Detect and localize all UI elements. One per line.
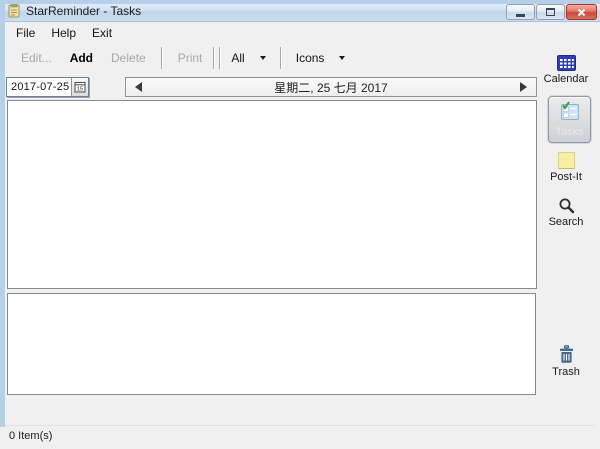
app-icon	[7, 4, 21, 18]
toolbar-separator	[219, 47, 221, 69]
current-day-label: 星期二, 25 七月 2017	[126, 79, 536, 96]
menu-bar: File Help Exit	[4, 23, 595, 42]
window-frame-bottom	[0, 0, 600, 4]
date-value: 2017-07-25	[7, 81, 71, 93]
calendar-picker-button[interactable]: 15	[71, 78, 88, 96]
sidebar-label-trash: Trash	[540, 366, 592, 378]
items-count: 0 Item(s)	[9, 430, 52, 442]
maximize-button[interactable]	[536, 4, 565, 20]
task-detail-panel[interactable]	[7, 293, 536, 395]
postit-icon	[540, 152, 592, 169]
svg-text:15: 15	[77, 87, 83, 93]
search-icon	[540, 197, 592, 214]
close-icon	[577, 8, 586, 17]
sidebar-item-calendar[interactable]: Calendar	[540, 55, 592, 85]
delete-button[interactable]: Delete	[102, 48, 155, 68]
sidebar-item-search[interactable]: Search	[540, 197, 592, 228]
window-controls	[506, 4, 597, 20]
edit-button[interactable]: Edit...	[12, 48, 61, 68]
view-dropdown-label: Icons	[296, 51, 325, 65]
filter-dropdown[interactable]: All	[223, 48, 273, 68]
sidebar-label-calendar: Calendar	[540, 73, 592, 85]
sidebar-label-postit: Post-It	[540, 171, 592, 183]
menu-item-exit[interactable]: Exit	[84, 24, 120, 42]
app-window: StarReminder - Tasks File Help Exit	[0, 0, 600, 449]
previous-day-arrow-icon[interactable]	[135, 82, 142, 92]
toolbar-separator	[280, 47, 282, 69]
filter-dropdown-label: All	[231, 51, 244, 65]
chevron-down-icon	[260, 56, 266, 60]
sidebar-label-tasks: Tasks	[555, 126, 583, 138]
menu-item-file[interactable]: File	[8, 24, 43, 42]
window-frame-right	[0, 0, 5, 427]
sidebar-item-postit[interactable]: Post-It	[540, 152, 592, 183]
sidebar-label-search: Search	[540, 216, 592, 228]
task-list-panel[interactable]	[7, 100, 537, 289]
trash-icon	[540, 345, 592, 364]
calendar-picker-icon: 15	[74, 81, 86, 93]
minimize-button[interactable]	[506, 4, 535, 20]
minimize-icon	[516, 14, 525, 17]
next-day-arrow-icon[interactable]	[520, 82, 527, 92]
toolbar: Edit... Add Delete Print All Icons	[4, 43, 595, 73]
toolbar-separator	[161, 47, 163, 69]
calendar-icon	[540, 55, 592, 71]
menu-item-help[interactable]: Help	[43, 24, 84, 42]
sidebar-item-trash[interactable]: Trash	[540, 345, 592, 378]
tasks-icon	[559, 101, 581, 125]
print-button[interactable]: Print	[169, 48, 212, 68]
add-button[interactable]: Add	[61, 48, 102, 68]
toolbar-separator	[213, 47, 215, 69]
date-field[interactable]: 2017-07-25 15	[6, 77, 89, 97]
maximize-icon	[546, 8, 555, 16]
view-dropdown[interactable]: Icons	[288, 48, 354, 68]
close-button[interactable]	[566, 4, 597, 20]
window-title: StarReminder - Tasks	[26, 4, 141, 18]
day-navigation-bar: 星期二, 25 七月 2017	[125, 77, 537, 97]
chevron-down-icon	[339, 56, 345, 60]
status-bar: 0 Item(s)	[4, 425, 595, 445]
sidebar-item-tasks-selected[interactable]: Tasks	[548, 96, 591, 143]
